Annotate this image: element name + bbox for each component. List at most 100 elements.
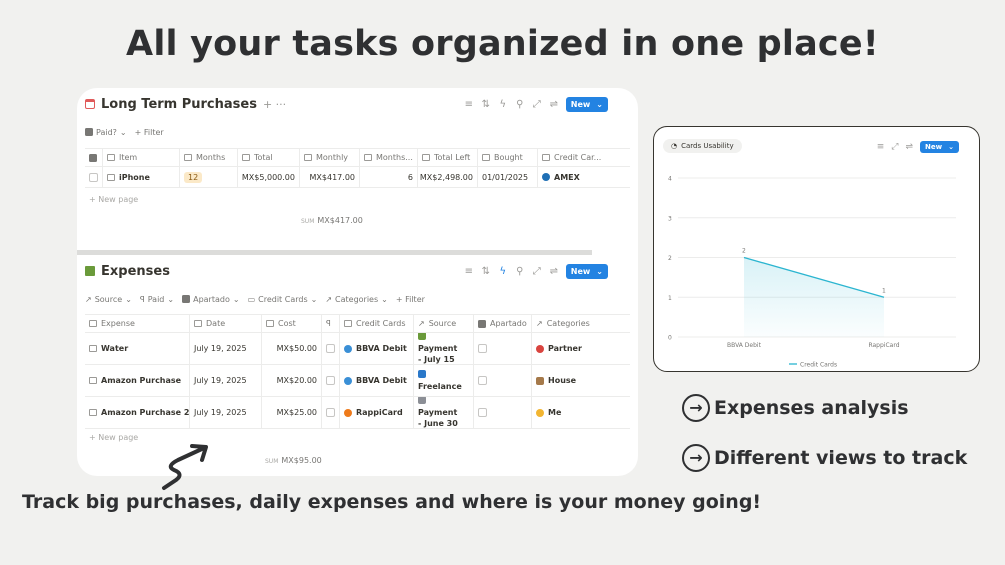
- cell-source[interactable]: Freelance: [414, 365, 474, 396]
- ltp-new-button[interactable]: New ⌄: [565, 96, 608, 112]
- cell-date[interactable]: July 19, 2025: [190, 365, 262, 396]
- cell-apartado-checkbox[interactable]: [474, 333, 532, 364]
- expenses-new-page-button[interactable]: + New page: [89, 433, 138, 442]
- select-all-checkbox[interactable]: [85, 149, 103, 166]
- filter-chip-credit-cards[interactable]: ▭ Credit Cards ⌄: [248, 295, 318, 304]
- column-header-date[interactable]: Date: [190, 315, 262, 332]
- cell-paid-checkbox[interactable]: [322, 365, 340, 396]
- column-header-credit-cards[interactable]: Credit Cards: [340, 315, 414, 332]
- money-icon: [418, 333, 426, 340]
- column-header-categories[interactable]: ↗ Categories: [532, 315, 630, 332]
- column-header-total[interactable]: Total: [238, 149, 300, 166]
- filter-icon[interactable]: ≡: [464, 266, 474, 277]
- cell-monthly[interactable]: MX$417.00: [300, 167, 360, 187]
- filter-chip-paid[interactable]: Paid? ⌄: [85, 128, 127, 137]
- table-row[interactable]: iPhone 12 MX$5,000.00 MX$417.00 6 MX$2,4…: [85, 167, 630, 188]
- cell-cost[interactable]: MX$50.00: [262, 333, 322, 364]
- expenses-filter-row: ↗ Source ⌄ ꟼ Paid ⌄ Apartado ⌄ ▭ Credit Car…: [85, 291, 425, 307]
- cell-credit-card[interactable]: BBVA Debit: [340, 365, 414, 396]
- expand-icon[interactable]: ⤢: [532, 99, 542, 110]
- cell-credit-card[interactable]: BBVA Debit: [340, 333, 414, 364]
- cell-months[interactable]: 12: [180, 167, 238, 187]
- cell-date[interactable]: July 19, 2025: [190, 397, 262, 428]
- sort-icon[interactable]: ⇅: [481, 266, 491, 277]
- column-header-credit-card[interactable]: Credit Car...: [538, 149, 630, 166]
- add-filter-button[interactable]: + Filter: [396, 295, 425, 304]
- cell-paid-checkbox[interactable]: [322, 333, 340, 364]
- tagline: Track big purchases, daily expenses and …: [22, 491, 762, 513]
- filter-chip-categories[interactable]: ↗ Categories ⌄: [325, 295, 388, 304]
- filter-chip-source[interactable]: ↗ Source ⌄: [85, 295, 132, 304]
- filter-chip-paid[interactable]: ꟼ Paid ⌄: [140, 295, 174, 304]
- filter-chip-apartado[interactable]: Apartado ⌄: [182, 295, 240, 304]
- expenses-title[interactable]: Expenses: [101, 264, 170, 279]
- expenses-toolbar: ≡ ⇅ ϟ ⚲ ⤢ ⇌ New ⌄: [464, 263, 608, 279]
- formula-icon: ꟼ: [139, 294, 145, 304]
- settings-icon[interactable]: ⇌: [549, 266, 559, 277]
- search-icon[interactable]: ⚲: [515, 99, 525, 110]
- cell-item[interactable]: iPhone: [103, 167, 180, 187]
- add-filter-button[interactable]: + Filter: [135, 128, 164, 137]
- expand-icon[interactable]: ⤢: [532, 266, 542, 277]
- cell-apartado-checkbox[interactable]: [474, 365, 532, 396]
- expenses-new-button[interactable]: New ⌄: [565, 263, 608, 279]
- ltp-title[interactable]: Long Term Purchases: [101, 97, 257, 112]
- cell-date[interactable]: July 19, 2025: [190, 333, 262, 364]
- cell-category[interactable]: Me: [532, 397, 630, 428]
- cell-category[interactable]: Partner: [532, 333, 630, 364]
- cell-expense[interactable]: Water: [85, 333, 190, 364]
- cell-source[interactable]: Payment - July 15: [414, 333, 474, 364]
- cell-credit-card[interactable]: RappiCard: [340, 397, 414, 428]
- line-chart: 0 1 2 3 4 2 BBVA Debit 1 RappiCard Credit Cards: [668, 176, 956, 369]
- cell-cost[interactable]: MX$20.00: [262, 365, 322, 396]
- scrollbar[interactable]: [77, 250, 592, 255]
- column-header-item[interactable]: Item: [103, 149, 180, 166]
- cell-total[interactable]: MX$5,000.00: [238, 167, 300, 187]
- y-tick-label: 3: [668, 215, 672, 222]
- column-header-paid[interactable]: ꟼ: [322, 315, 340, 332]
- table-row[interactable]: Amazon Purchase 2 July 19, 2025 MX$25.00…: [85, 397, 630, 429]
- filter-icon[interactable]: ≡: [464, 99, 474, 110]
- column-header-total-left[interactable]: Total Left: [418, 149, 478, 166]
- column-header-source[interactable]: ↗ Source: [414, 315, 474, 332]
- column-header-months-paid[interactable]: Months...: [360, 149, 418, 166]
- notion-databases-card: Long Term Purchases + ··· ≡ ⇅ ϟ ⚲ ⤢ ⇌ Ne…: [77, 88, 638, 476]
- chevron-down-icon: ⌄: [596, 266, 603, 276]
- settings-icon[interactable]: ⇌: [549, 99, 559, 110]
- column-header-monthly[interactable]: Monthly: [300, 149, 360, 166]
- cell-expense[interactable]: Amazon Purchase 2: [85, 397, 190, 428]
- page-icon: [89, 377, 97, 384]
- cell-cost[interactable]: MX$25.00: [262, 397, 322, 428]
- automation-icon[interactable]: ϟ: [498, 266, 508, 277]
- column-header-months[interactable]: Months: [180, 149, 238, 166]
- cell-credit-card[interactable]: AMEX: [538, 167, 630, 187]
- cell-category[interactable]: House: [532, 365, 630, 396]
- data-label: 1: [882, 287, 886, 294]
- ltp-new-page-button[interactable]: + New page: [89, 195, 138, 204]
- bank-icon: [344, 344, 352, 353]
- table-row[interactable]: Water July 19, 2025 MX$50.00 BBVA Debit …: [85, 333, 630, 365]
- cell-expense[interactable]: Amazon Purchase: [85, 365, 190, 396]
- table-header-row: Item Months Total Monthly Months... Tota…: [85, 148, 630, 167]
- column-header-cost[interactable]: Cost: [262, 315, 322, 332]
- ltp-filter-row: Paid? ⌄ + Filter: [85, 124, 164, 140]
- ltp-add-more-icon[interactable]: + ···: [263, 98, 286, 111]
- cell-total-left[interactable]: MX$2,498.00: [418, 167, 478, 187]
- ltp-header: Long Term Purchases + ··· ≡ ⇅ ϟ ⚲ ⤢ ⇌ Ne…: [85, 93, 608, 115]
- cell-source[interactable]: Payment - June 30: [414, 397, 474, 428]
- cell-months-paid[interactable]: 6: [360, 167, 418, 187]
- table-row[interactable]: Amazon Purchase July 19, 2025 MX$20.00 B…: [85, 365, 630, 397]
- column-header-expense[interactable]: Expense: [85, 315, 190, 332]
- automation-icon[interactable]: ϟ: [498, 99, 508, 110]
- column-header-apartado[interactable]: Apartado: [474, 315, 532, 332]
- ltp-sum: SUM MX$417.00: [301, 216, 363, 225]
- row-checkbox[interactable]: [85, 167, 103, 187]
- feature-expenses-analysis: → Expenses analysis: [682, 394, 909, 422]
- chart-card: ◔ Cards Usability ≡ ⤢ ⇌ New ⌄ 0 1 2 3 4 2 BBVA D…: [653, 126, 980, 372]
- cell-bought[interactable]: 01/01/2025: [478, 167, 538, 187]
- search-icon[interactable]: ⚲: [515, 266, 525, 277]
- sort-icon[interactable]: ⇅: [481, 99, 491, 110]
- cell-apartado-checkbox[interactable]: [474, 397, 532, 428]
- column-header-bought[interactable]: Bought: [478, 149, 538, 166]
- cell-paid-checkbox[interactable]: [322, 397, 340, 428]
